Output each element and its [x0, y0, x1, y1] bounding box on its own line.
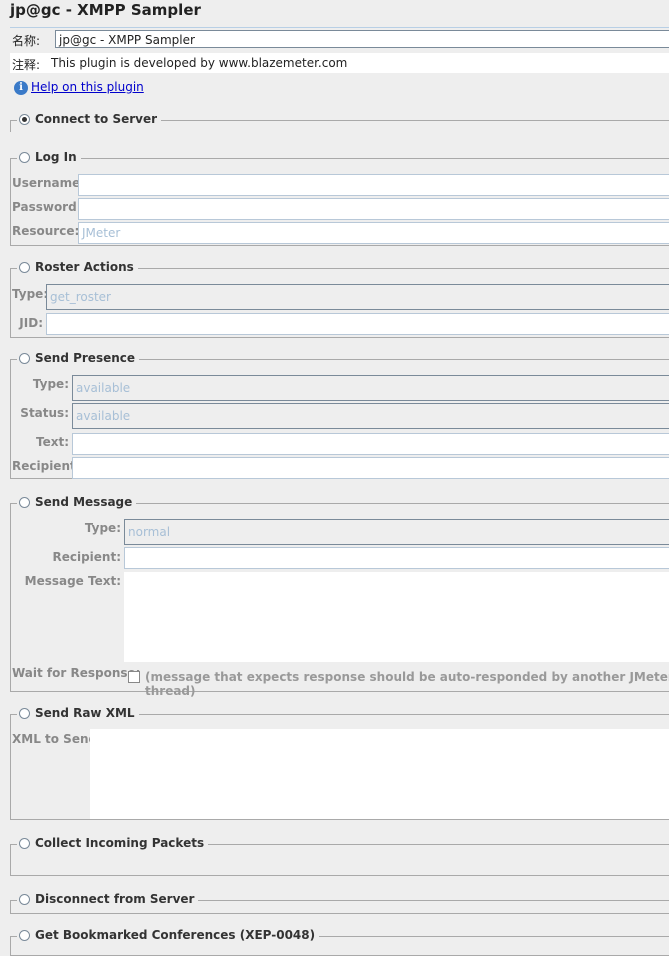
presence-status-select[interactable]: available: [72, 403, 669, 429]
disconnect-radio[interactable]: [19, 893, 30, 905]
wait-response-label: Wait for Response:: [12, 666, 141, 680]
comment-label: 注释:: [12, 58, 41, 72]
message-radio[interactable]: [19, 496, 30, 508]
roster-label: Roster Actions: [35, 260, 134, 274]
roster-group: Roster Actions Type: get_roster JID:: [10, 260, 669, 338]
password-label: Password:: [12, 200, 82, 214]
bookmarks-label: Get Bookmarked Conferences (XEP-0048): [35, 928, 316, 942]
message-text-label: Message Text:: [24, 574, 121, 588]
comment-value[interactable]: This plugin is developed by www.blazemet…: [51, 56, 347, 70]
presence-radio[interactable]: [19, 352, 30, 364]
presence-status-label: Status:: [20, 406, 69, 420]
presence-type-select[interactable]: available: [72, 375, 669, 401]
presence-recipient-input[interactable]: [72, 457, 669, 479]
connect-legend[interactable]: Connect to Server: [17, 112, 162, 126]
username-input[interactable]: [78, 174, 669, 196]
message-legend[interactable]: Send Message: [17, 495, 137, 509]
presence-recipient-label: Recipient:: [12, 459, 81, 473]
raw-legend[interactable]: Send Raw XML: [17, 706, 139, 720]
raw-radio[interactable]: [19, 707, 30, 719]
name-row: 名称: jp@gc - XMPP Sampler: [10, 27, 669, 51]
message-type-label: Type:: [84, 521, 121, 535]
disconnect-label: Disconnect from Server: [35, 892, 195, 906]
collect-legend[interactable]: Collect Incoming Packets: [17, 836, 209, 850]
raw-label: Send Raw XML: [35, 706, 135, 720]
presence-label: Send Presence: [35, 351, 136, 365]
comment-row: 注释: This plugin is developed by www.blaz…: [10, 53, 669, 73]
resource-label: Resource:: [12, 224, 80, 238]
raw-group: Send Raw XML XML to Send:: [10, 706, 669, 820]
disconnect-group: Disconnect from Server: [10, 892, 669, 914]
login-label: Log In: [35, 150, 77, 164]
collect-group: Collect Incoming Packets: [10, 836, 669, 876]
wait-response-hint: (message that expects response should be…: [145, 670, 669, 698]
resource-input[interactable]: JMeter: [78, 222, 669, 244]
bookmarks-group: Get Bookmarked Conferences (XEP-0048): [10, 928, 669, 956]
login-radio[interactable]: [19, 151, 30, 163]
jid-label: JID:: [19, 316, 43, 330]
connect-group: Connect to Server: [10, 112, 669, 132]
xml-text-area[interactable]: [90, 729, 669, 819]
message-recipient-label: Recipient:: [52, 550, 121, 564]
page-title: jp@gc - XMPP Sampler: [10, 1, 201, 19]
presence-type-label: Type:: [32, 377, 69, 391]
presence-group: Send Presence Type: available Status: av…: [10, 351, 669, 479]
connect-radio[interactable]: [19, 113, 30, 125]
presence-legend[interactable]: Send Presence: [17, 351, 140, 365]
message-group: Send Message Type: normal Recipient: Mes…: [10, 495, 669, 698]
info-icon: i: [14, 81, 28, 95]
login-legend[interactable]: Log In: [17, 150, 81, 164]
bookmarks-legend[interactable]: Get Bookmarked Conferences (XEP-0048): [17, 928, 320, 942]
roster-legend[interactable]: Roster Actions: [17, 260, 138, 274]
presence-text-input[interactable]: [72, 433, 669, 455]
collect-radio[interactable]: [19, 837, 30, 849]
name-input[interactable]: jp@gc - XMPP Sampler: [55, 30, 669, 48]
connect-label: Connect to Server: [35, 112, 158, 126]
roster-type-select[interactable]: get_roster: [46, 284, 669, 310]
roster-radio[interactable]: [19, 261, 30, 273]
message-type-select[interactable]: normal: [124, 519, 669, 545]
collect-label: Collect Incoming Packets: [35, 836, 205, 850]
name-label: 名称:: [12, 34, 41, 48]
message-label: Send Message: [35, 495, 133, 509]
password-input[interactable]: [78, 198, 669, 220]
wait-response-checkbox[interactable]: [128, 671, 140, 683]
message-text-area[interactable]: [124, 572, 669, 662]
username-label: Username:: [12, 176, 86, 190]
presence-text-label: Text:: [35, 435, 69, 449]
message-recipient-input[interactable]: [124, 547, 669, 569]
xml-label: XML to Send:: [12, 732, 102, 746]
help-link[interactable]: Help on this plugin: [31, 80, 144, 94]
login-group: Log In Username: Password: Resource: JMe…: [10, 150, 669, 246]
disconnect-legend[interactable]: Disconnect from Server: [17, 892, 199, 906]
roster-type-label: Type:: [12, 287, 49, 301]
jid-input[interactable]: [46, 313, 669, 335]
